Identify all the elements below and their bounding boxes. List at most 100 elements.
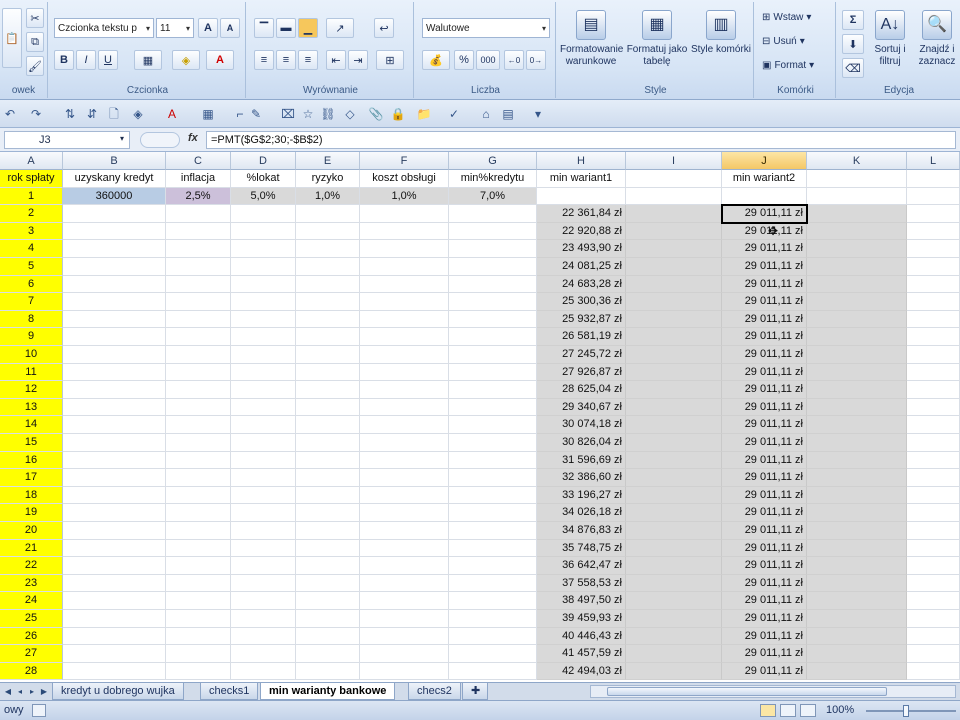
- cell[interactable]: [166, 662, 231, 681]
- wariant1-cell[interactable]: 22 361,84 zł: [537, 205, 626, 223]
- cell[interactable]: [360, 504, 449, 522]
- wariant2-cell[interactable]: 29 011,11 zł: [722, 275, 807, 294]
- decrease-decimal-icon[interactable]: 0→: [526, 50, 546, 70]
- row-number[interactable]: 15: [0, 434, 63, 452]
- cell[interactable]: [449, 557, 537, 575]
- redo-icon[interactable]: ↷: [28, 106, 44, 122]
- cell[interactable]: [231, 398, 296, 417]
- conditional-formatting-button[interactable]: ▤ Formatowanie warunkowe: [560, 10, 623, 68]
- cell[interactable]: [807, 328, 907, 346]
- cell[interactable]: [296, 275, 360, 294]
- wariant2-cell[interactable]: 29 011,11 zł: [722, 522, 807, 540]
- cell[interactable]: [626, 522, 722, 540]
- cell[interactable]: [166, 486, 231, 505]
- header-cell[interactable]: inflacja: [166, 170, 231, 188]
- fill-icon[interactable]: ⬇: [842, 34, 864, 54]
- first-sheet-icon[interactable]: ◀: [2, 685, 14, 699]
- cell[interactable]: [907, 346, 960, 364]
- cell[interactable]: [231, 416, 296, 434]
- cell[interactable]: [626, 398, 722, 417]
- cell[interactable]: [807, 222, 907, 241]
- cell[interactable]: [296, 346, 360, 364]
- column-header-d[interactable]: D: [231, 152, 296, 170]
- cell[interactable]: [360, 240, 449, 258]
- row-number[interactable]: 8: [0, 310, 63, 329]
- wariant1-cell[interactable]: 41 457,59 zł: [537, 645, 626, 663]
- sheet-tab-checks1[interactable]: checks1: [200, 683, 259, 700]
- cell[interactable]: [231, 469, 296, 487]
- cell[interactable]: [231, 222, 296, 241]
- row-number[interactable]: 10: [0, 346, 63, 364]
- cell[interactable]: [907, 222, 960, 241]
- cell[interactable]: [449, 504, 537, 522]
- cell[interactable]: [231, 557, 296, 575]
- cell[interactable]: [296, 381, 360, 399]
- cell[interactable]: [63, 205, 166, 223]
- cell[interactable]: [63, 486, 166, 505]
- align-top-icon[interactable]: ▔: [254, 18, 274, 38]
- cell[interactable]: [907, 363, 960, 382]
- cell[interactable]: [63, 662, 166, 681]
- wariant1-cell[interactable]: 32 386,60 zł: [537, 469, 626, 487]
- header-cell[interactable]: min wariant1: [537, 170, 626, 188]
- cell[interactable]: [907, 610, 960, 628]
- row-number[interactable]: 26: [0, 627, 63, 646]
- input-cell[interactable]: 5,0%: [231, 187, 296, 206]
- cell[interactable]: [449, 205, 537, 223]
- prev-sheet-icon[interactable]: ◂: [14, 685, 26, 699]
- cell[interactable]: [907, 522, 960, 540]
- cell[interactable]: [360, 381, 449, 399]
- wariant2-cell[interactable]: 29 011,11 zł: [722, 504, 807, 522]
- cell[interactable]: [231, 310, 296, 329]
- cell[interactable]: [807, 469, 907, 487]
- input-cell[interactable]: [907, 187, 960, 206]
- wariant1-cell[interactable]: 34 026,18 zł: [537, 504, 626, 522]
- cell[interactable]: [231, 451, 296, 470]
- wariant2-cell[interactable]: 29 011,11 zł: [722, 645, 807, 663]
- sort-desc-icon[interactable]: ⇵: [84, 106, 100, 122]
- cell[interactable]: [907, 469, 960, 487]
- cell[interactable]: [626, 574, 722, 593]
- cell[interactable]: [360, 328, 449, 346]
- cell[interactable]: [231, 363, 296, 382]
- cell[interactable]: [296, 398, 360, 417]
- cell[interactable]: [63, 522, 166, 540]
- wariant2-cell[interactable]: 29 011,11 zł: [722, 363, 807, 382]
- cell[interactable]: [907, 627, 960, 646]
- cell[interactable]: [63, 416, 166, 434]
- cell[interactable]: [231, 610, 296, 628]
- zoom-level[interactable]: 100%: [826, 704, 854, 716]
- grow-font-button[interactable]: A: [198, 18, 218, 38]
- header-cell[interactable]: koszt obsługi: [360, 170, 449, 188]
- cell[interactable]: [807, 592, 907, 610]
- wariant2-cell[interactable]: 29 011,11 zł: [722, 592, 807, 610]
- cell[interactable]: [449, 662, 537, 681]
- cell[interactable]: [63, 434, 166, 452]
- cell[interactable]: [626, 539, 722, 558]
- cell[interactable]: [449, 258, 537, 276]
- cell[interactable]: [231, 275, 296, 294]
- name-box[interactable]: J3: [4, 131, 130, 149]
- row-number[interactable]: 23: [0, 574, 63, 593]
- cell[interactable]: [166, 469, 231, 487]
- italic-button[interactable]: I: [76, 50, 96, 70]
- page-break-icon[interactable]: [800, 704, 816, 717]
- row-number[interactable]: 14: [0, 416, 63, 434]
- cell[interactable]: [626, 434, 722, 452]
- cell[interactable]: [907, 293, 960, 311]
- cell[interactable]: [807, 486, 907, 505]
- print-preview-icon[interactable]: 🗋: [106, 106, 122, 122]
- cell[interactable]: [63, 574, 166, 593]
- cell[interactable]: [907, 592, 960, 610]
- wariant1-cell[interactable]: 35 748,75 zł: [537, 539, 626, 558]
- cell[interactable]: [166, 222, 231, 241]
- input-cell[interactable]: [807, 187, 907, 206]
- cell[interactable]: [296, 258, 360, 276]
- cell[interactable]: [807, 504, 907, 522]
- cell[interactable]: [907, 310, 960, 329]
- cell[interactable]: [360, 610, 449, 628]
- merge-center-icon[interactable]: ⊞: [376, 50, 404, 70]
- cell[interactable]: [63, 328, 166, 346]
- wariant1-cell[interactable]: 26 581,19 zł: [537, 328, 626, 346]
- cell[interactable]: [907, 662, 960, 681]
